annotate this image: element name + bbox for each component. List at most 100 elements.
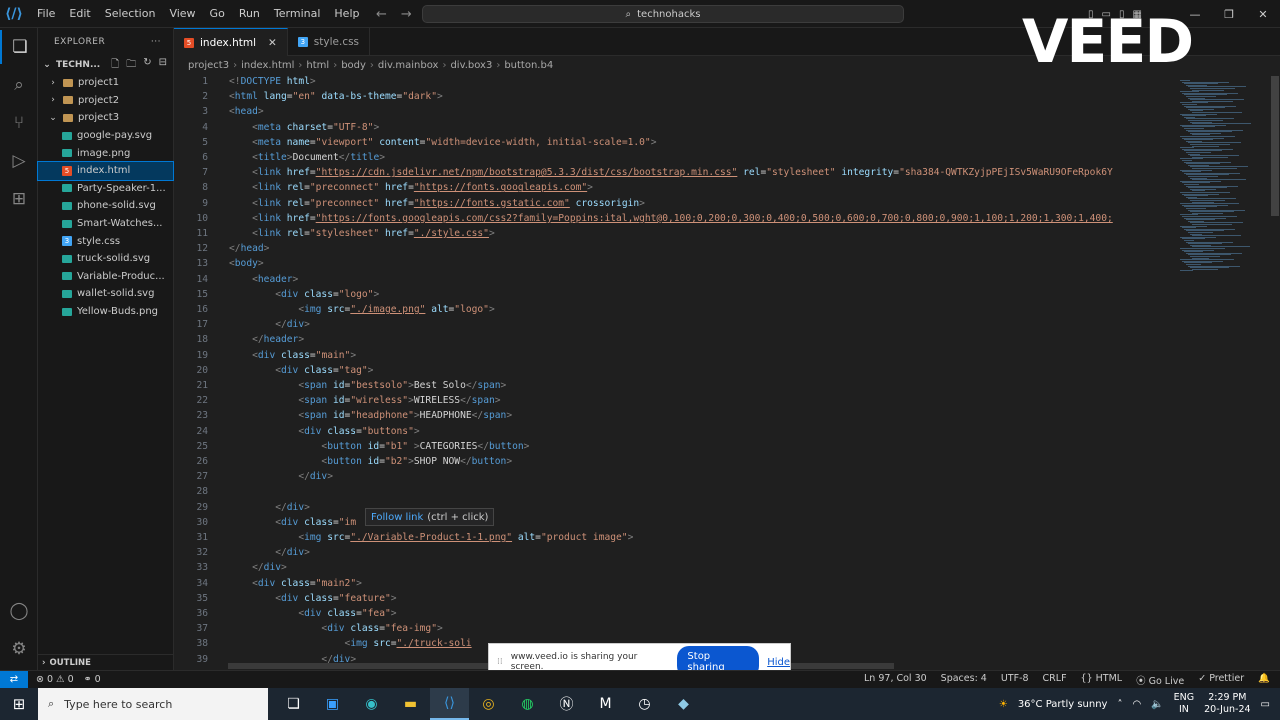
tree-item[interactable]: Variable-Produc...	[38, 268, 173, 286]
language-indicator[interactable]: ENG IN	[1174, 692, 1194, 716]
status-item[interactable]: ⦿ Go Live	[1136, 673, 1184, 687]
tray-chevron-icon[interactable]: ˄	[1117, 699, 1122, 710]
status-item[interactable]: UTF-8	[1001, 673, 1029, 687]
follow-link[interactable]: Follow link	[371, 512, 423, 523]
task-view-icon[interactable]: ❏	[274, 688, 313, 720]
weather-text[interactable]: 36°C Partly sunny	[1018, 699, 1108, 710]
new-folder-icon[interactable]: 🗀	[126, 57, 136, 74]
breadcrumb-item[interactable]: index.html	[241, 60, 294, 71]
chrome-icon[interactable]: ◎	[469, 688, 508, 720]
tree-item[interactable]: 3 style.css	[38, 232, 173, 250]
tree-item[interactable]: google-pay.svg	[38, 127, 173, 145]
tree-item[interactable]: phone-solid.svg	[38, 197, 173, 215]
app-blue-icon[interactable]: ◆	[664, 688, 703, 720]
code-token: >	[373, 121, 380, 133]
breadcrumb-item[interactable]: button.b4	[504, 60, 553, 71]
menu-item-help[interactable]: Help	[327, 0, 366, 28]
wifi-icon[interactable]: ◠	[1132, 699, 1141, 710]
notion-icon[interactable]: Ⓝ	[547, 688, 586, 720]
back-arrow-icon[interactable]: ←	[376, 7, 387, 22]
code-token: div	[257, 349, 276, 361]
tree-item[interactable]: Party-Speaker-1...	[38, 180, 173, 198]
breadcrumb-item[interactable]: project3	[188, 60, 229, 71]
status-item[interactable]: ⊗ 0 ⚠ 0	[36, 674, 74, 685]
explorer-icon[interactable]: ❏	[0, 30, 38, 64]
command-center[interactable]: ⌕ technohacks	[422, 5, 904, 23]
code-token: "main"	[315, 349, 351, 361]
restore-icon[interactable]: ❐	[1212, 8, 1246, 21]
menu-item-selection[interactable]: Selection	[98, 0, 163, 28]
whatsapp-icon[interactable]: ◍	[508, 688, 547, 720]
menu-item-terminal[interactable]: Terminal	[267, 0, 328, 28]
tab-style-css[interactable]: 3 style.css	[288, 28, 371, 56]
windows-start-icon[interactable]: ⊞	[0, 688, 38, 720]
extensions-icon[interactable]: ⊞	[0, 182, 38, 216]
collapse-all-icon[interactable]: ⊟	[159, 57, 167, 74]
outline-section[interactable]: › OUTLINE	[38, 654, 174, 670]
code-token: "b2"	[384, 456, 409, 468]
code-token: Document	[292, 152, 339, 164]
code-editor[interactable]: 1 <!DOCTYPE html> 2 <html lang="en" data-bs…	[174, 74, 1174, 670]
close-icon[interactable]: ✕	[1246, 8, 1280, 21]
tree-item[interactable]: ⌄ project3	[38, 109, 173, 127]
tree-item[interactable]: Yellow-Buds.png	[38, 303, 173, 321]
store-icon[interactable]: ▣	[313, 688, 352, 720]
tree-item[interactable]: › project2	[38, 92, 173, 110]
workspace-root[interactable]: ⌄ TECHN... 🗋 🗀 ↻ ⊟	[38, 56, 173, 74]
breadcrumb-item[interactable]: html	[306, 60, 329, 71]
code-token: div	[286, 501, 305, 513]
tree-item[interactable]: 5 index.html	[37, 160, 174, 181]
refresh-icon[interactable]: ↻	[143, 57, 151, 74]
vertical-scrollbar-thumb[interactable]	[1271, 76, 1279, 216]
menu-item-go[interactable]: Go	[203, 0, 232, 28]
app-m-icon[interactable]: M	[586, 688, 625, 720]
volume-icon[interactable]: 🔈	[1151, 699, 1163, 710]
menu-item-file[interactable]: File	[30, 0, 62, 28]
code-token: link	[257, 182, 281, 194]
run-debug-icon[interactable]: ▷	[0, 144, 38, 178]
code-token: "preconnect"	[309, 182, 380, 194]
status-item[interactable]: Ln 97, Col 30	[864, 673, 927, 687]
code-token: </	[252, 562, 264, 574]
tree-item[interactable]: truck-solid.svg	[38, 250, 173, 268]
forward-arrow-icon[interactable]: →	[401, 7, 412, 22]
status-item[interactable]: {} HTML	[1081, 673, 1123, 687]
account-icon[interactable]: ◯	[0, 594, 38, 628]
edge-icon[interactable]: ◉	[352, 688, 391, 720]
settings-gear-icon[interactable]: ⚙	[0, 632, 38, 666]
more-actions-icon[interactable]: ···	[151, 37, 161, 47]
app-clock-icon[interactable]: ◷	[625, 688, 664, 720]
code-line: 31 <img src="./Variable-Product-1-1.png"…	[174, 530, 1174, 545]
menu-item-run[interactable]: Run	[232, 0, 267, 28]
file-explorer-icon[interactable]: ▬	[391, 688, 430, 720]
menu-item-edit[interactable]: Edit	[62, 0, 97, 28]
source-control-icon[interactable]: ⑂	[0, 106, 38, 140]
hide-link[interactable]: Hide	[767, 657, 790, 668]
breadcrumb-item[interactable]: div.mainbox	[378, 60, 439, 71]
vscode-taskbar-icon[interactable]: ⟨⟩	[430, 688, 469, 720]
status-item[interactable]: ⚭ 0	[84, 674, 101, 685]
drag-handle-icon[interactable]: ⁞⁞	[497, 657, 503, 667]
remote-icon[interactable]: ⇄	[0, 670, 28, 689]
search-view-icon[interactable]: ⌕	[0, 68, 38, 102]
clock[interactable]: 2:29 PM 20-Jun-24	[1204, 692, 1250, 716]
breadcrumb-item[interactable]: div.box3	[450, 60, 492, 71]
tree-item[interactable]: wallet-solid.svg	[38, 285, 173, 303]
close-tab-icon[interactable]: ✕	[268, 37, 277, 49]
tab-index-html[interactable]: 5 index.html ✕	[174, 28, 288, 56]
tree-item[interactable]: › project1	[38, 74, 173, 92]
status-item[interactable]: Spaces: 4	[941, 673, 987, 687]
new-file-icon[interactable]: 🗋	[111, 57, 119, 74]
minimap[interactable]	[1174, 74, 1270, 670]
code-token: WIRELESS	[413, 395, 461, 407]
tree-item[interactable]: image.png	[38, 144, 173, 162]
status-item[interactable]: CRLF	[1043, 673, 1067, 687]
menu-item-view[interactable]: View	[162, 0, 202, 28]
status-item[interactable]: ✓ Prettier	[1198, 673, 1244, 687]
tree-item[interactable]: Smart-Watches...	[38, 215, 173, 233]
taskbar-search[interactable]: ⌕ Type here to search	[38, 688, 268, 720]
notifications-icon[interactable]: ▭	[1261, 699, 1270, 710]
taskbar-apps: ❏ ▣ ◉ ▬ ⟨⟩ ◎ ◍ Ⓝ M ◷ ◆	[274, 688, 703, 720]
status-item[interactable]: 🔔	[1258, 673, 1270, 687]
breadcrumb-item[interactable]: body	[341, 60, 366, 71]
